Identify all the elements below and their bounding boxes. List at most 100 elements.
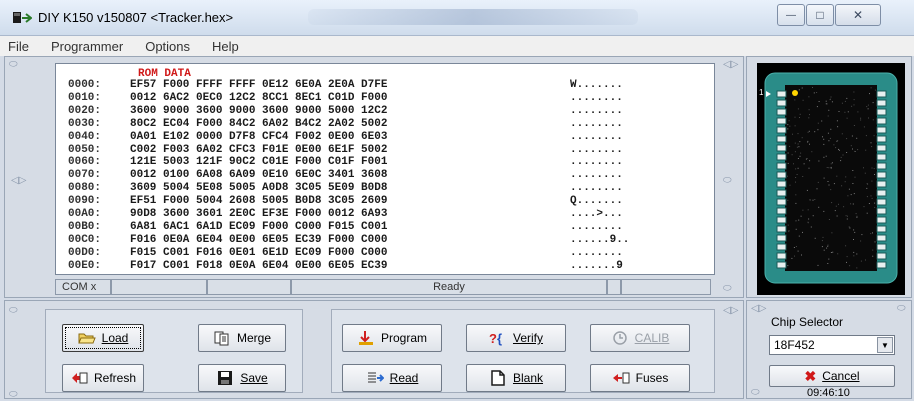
hex-addr: 0030: xyxy=(68,117,102,130)
fuses-icon xyxy=(612,372,630,384)
chip-pin-right xyxy=(876,108,887,116)
panel-collapse-icon[interactable]: ⬭ xyxy=(9,59,18,70)
chip-pin-right xyxy=(876,207,887,215)
chip-pin-right xyxy=(876,117,887,125)
fuses-label: Fuses xyxy=(635,371,669,385)
chip-pin-left xyxy=(776,153,787,161)
refresh-icon xyxy=(71,372,88,384)
pin1-marker xyxy=(792,90,798,96)
calib-button[interactable]: CALIB xyxy=(590,324,690,352)
menu-programmer[interactable]: Programmer xyxy=(51,39,123,54)
calib-label: CALIB xyxy=(634,331,670,345)
selector-splitter-icon[interactable]: ◁▷ xyxy=(751,303,766,314)
cancel-button[interactable]: ✖ Cancel xyxy=(769,365,895,387)
hex-row: 00A0: 90D8 3600 3601 2E0C EF3E F000 0012 … xyxy=(68,208,623,220)
close-icon: ✕ xyxy=(852,8,864,22)
read-icon xyxy=(367,372,384,383)
save-icon xyxy=(218,371,233,385)
hex-bytes: F016 0E0A 6E04 0E00 6E05 EC39 F000 C000 xyxy=(130,233,388,246)
hex-row: 00B0: 6A81 6AC1 6A1D EC09 F000 C000 F015 … xyxy=(68,221,623,233)
panel-right-icon[interactable]: ⬭ xyxy=(723,175,732,186)
chip-pin-left xyxy=(776,180,787,188)
blank-label: Blank xyxy=(512,371,544,385)
bottom-left-icon[interactable]: ⬭ xyxy=(9,389,18,400)
hex-row: 00D0: F015 C001 F016 0E01 6E1D EC09 F000 … xyxy=(68,247,623,259)
blank-button[interactable]: Blank xyxy=(466,364,566,392)
merge-icon xyxy=(214,331,229,346)
hex-ascii: ........ xyxy=(570,117,623,130)
maximize-icon: □ xyxy=(816,8,824,22)
chevron-down-icon[interactable]: ▼ xyxy=(877,337,893,353)
main-panel: ⬭ ◁▷ ◁▷ ⬭ ⬭ ROM DATA 0000: EF57 F000 FFFF… xyxy=(4,56,744,298)
splitter-left-icon[interactable]: ◁▷ xyxy=(11,175,26,186)
svg-text:{: { xyxy=(497,331,502,346)
hex-addr: 0090: xyxy=(68,195,102,208)
panel-bottom-icon[interactable]: ⬭ xyxy=(723,283,732,294)
read-button[interactable]: Read xyxy=(342,364,442,392)
chip-panel: 1 xyxy=(746,56,912,298)
hex-ascii: ....>... xyxy=(570,208,623,220)
clock-icon xyxy=(612,331,627,345)
chip-pin-left xyxy=(776,126,787,134)
bottom-splitter-icon[interactable]: ◁▷ xyxy=(723,305,738,316)
hex-addr: 0020: xyxy=(68,104,102,117)
menu-file[interactable]: File xyxy=(8,39,29,54)
hex-bytes: 80C2 EC04 F000 84C2 6A02 B4C2 2A02 5002 xyxy=(130,117,388,130)
status-cell-1 xyxy=(111,279,207,295)
chip-pin-left xyxy=(776,198,787,206)
chip-select[interactable]: 18F452 ▼ xyxy=(769,335,895,355)
chip-pin-right xyxy=(876,162,887,170)
selector-collapse-icon[interactable]: ⬭ xyxy=(897,303,906,314)
close-button[interactable]: ✕ xyxy=(835,4,881,26)
hex-row: 0090: EF51 F000 5004 2608 5005 B0D8 3C05 … xyxy=(68,195,623,207)
chip-pin-right xyxy=(876,144,887,152)
hex-row: 0000: EF57 F000 FFFF FFFF 0E12 6E0A 2E0A … xyxy=(68,79,623,91)
chip-pin-left xyxy=(776,108,787,116)
chip-selector-label: Chip Selector xyxy=(771,315,844,329)
bottom-collapse-icon[interactable]: ⬭ xyxy=(9,305,18,316)
chip-pin-right xyxy=(876,135,887,143)
hex-addr: 0040: xyxy=(68,130,102,143)
fuses-button[interactable]: Fuses xyxy=(590,364,690,392)
chip-selector-panel: ◁▷ ⬭ Chip Selector 18F452 ▼ ✖ Cancel 09:… xyxy=(746,300,912,399)
menu-bar: File Programmer Options Help xyxy=(0,36,914,56)
chip-pin-right xyxy=(876,153,887,161)
hex-bytes: EF51 F000 5004 2608 5005 B0D8 3C05 2609 xyxy=(130,195,388,208)
selector-bottom-icon[interactable]: ⬭ xyxy=(751,387,760,398)
chip-pin-right xyxy=(876,261,887,269)
verify-button[interactable]: ?{ Verify xyxy=(466,324,566,352)
chip-pin-right xyxy=(876,243,887,251)
merge-button[interactable]: Merge xyxy=(198,324,286,352)
folder-open-icon xyxy=(77,333,96,344)
hex-row: 0080: 3609 5004 5E08 5005 A0D8 3C05 5E09 … xyxy=(68,182,623,194)
verify-icon: ?{ xyxy=(489,331,502,346)
load-button[interactable]: Load xyxy=(62,324,144,352)
hex-bytes: 0A01 E102 0000 D7F8 CFC4 F002 0E00 6E03 xyxy=(130,130,388,143)
hex-bytes: C002 F003 6A02 CFC3 F01E 0E00 6E1F 5002 xyxy=(130,143,388,156)
hex-view[interactable]: ROM DATA 0000: EF57 F000 FFFF FFFF 0E12 6… xyxy=(55,63,715,275)
hex-row: 00E0: F017 C001 F018 0E0A 6E04 0E00 6E05 … xyxy=(68,260,623,272)
program-button[interactable]: Program xyxy=(342,324,442,352)
refresh-button[interactable]: Refresh xyxy=(62,364,144,392)
menu-help[interactable]: Help xyxy=(212,39,239,54)
status-bar: COM x Ready xyxy=(55,279,715,295)
hex-row: 0030: 80C2 EC04 F000 84C2 6A02 B4C2 2A02 … xyxy=(68,118,623,130)
chip-pin-right xyxy=(876,126,887,134)
blurred-region xyxy=(308,9,638,25)
minimize-button[interactable]: — xyxy=(777,4,805,26)
status-cell-3 xyxy=(607,279,621,295)
hex-addr: 00B0: xyxy=(68,220,102,233)
hex-addr: 0000: xyxy=(68,79,102,91)
hex-row: 0040: 0A01 E102 0000 D7F8 CFC4 F002 0E00 … xyxy=(68,131,623,143)
hex-addr: 0060: xyxy=(68,156,102,169)
cancel-label: Cancel xyxy=(822,369,860,383)
menu-options[interactable]: Options xyxy=(145,39,190,54)
chip-pin-left xyxy=(776,234,787,242)
hex-addr: 00E0: xyxy=(68,259,102,272)
save-button[interactable]: Save xyxy=(198,364,286,392)
maximize-button[interactable]: □ xyxy=(806,4,834,26)
button-panel: ⬭ ◁▷ ⬭ Load Merge Refresh Save Program ?… xyxy=(4,300,744,400)
splitter-top-icon[interactable]: ◁▷ xyxy=(723,59,738,70)
chip-pin-left xyxy=(776,189,787,197)
hex-ascii: ........ xyxy=(570,130,623,143)
